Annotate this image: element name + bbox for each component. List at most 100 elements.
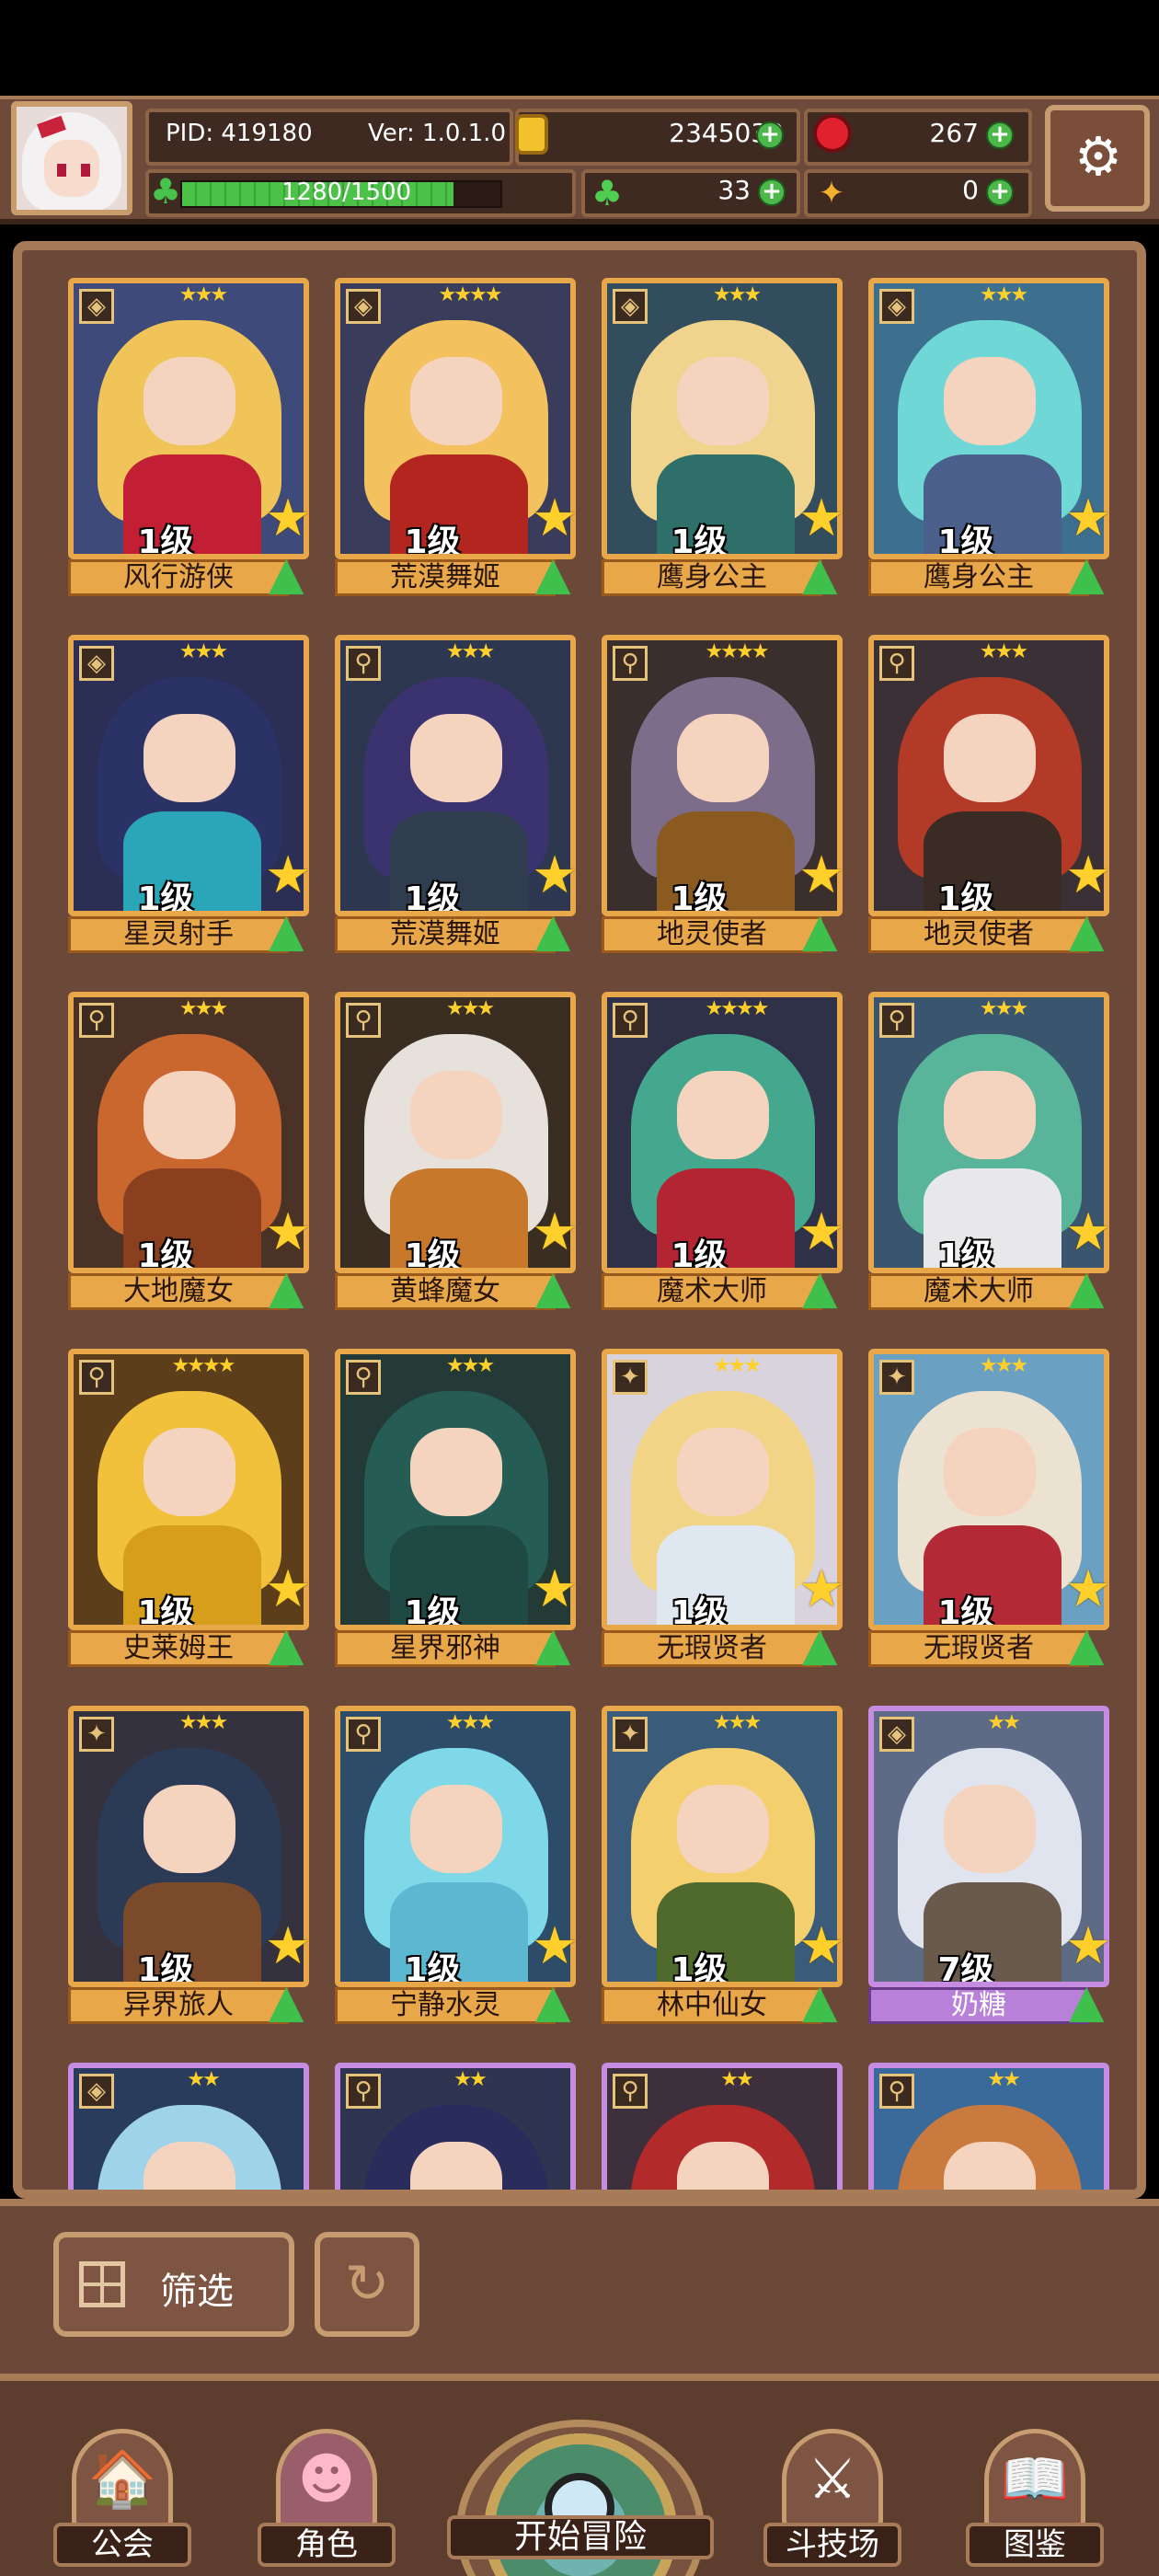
star-upgrade-icon[interactable]: ★: [265, 850, 316, 902]
upgrade-tree-icon[interactable]: ▲: [535, 1264, 581, 1310]
upgrade-tree-icon[interactable]: ▲: [535, 907, 581, 953]
star-upgrade-icon[interactable]: ★: [265, 493, 316, 545]
upgrade-tree-icon[interactable]: ▲: [535, 550, 581, 596]
character-card[interactable]: ◈ ★★★ 1级 鹰身公主 ★ ▲: [868, 278, 1117, 613]
character-card[interactable]: ⚲ ★★★ 1级 黄蜂魔女 ★ ▲: [335, 992, 583, 1327]
upgrade-tree-icon[interactable]: ▲: [269, 907, 315, 953]
settings-button[interactable]: ⚙: [1045, 105, 1150, 212]
character-card[interactable]: ⚲ ★★★★ 1级 魔术大师 ★ ▲: [602, 992, 850, 1327]
star-upgrade-icon[interactable]: ★: [1065, 850, 1117, 902]
character-card[interactable]: ✦ ★★★ 1级 无瑕贤者 ★ ▲: [602, 1349, 850, 1684]
character-card[interactable]: ⚲ ★★: [868, 2063, 1117, 2190]
star-upgrade-icon[interactable]: ★: [532, 850, 583, 902]
upgrade-tree-icon[interactable]: ▲: [1069, 907, 1115, 953]
character-name: 大地魔女: [68, 1273, 289, 1310]
player-avatar[interactable]: [11, 101, 132, 215]
character-name: 无瑕贤者: [868, 1630, 1089, 1667]
character-name: 奶糖: [868, 1987, 1089, 2024]
star-upgrade-icon[interactable]: ★: [798, 1564, 850, 1616]
star-upgrade-icon[interactable]: ★: [798, 1921, 850, 1972]
character-card[interactable]: ⚲ ★★★ 1级 星界邪神 ★ ▲: [335, 1349, 583, 1684]
character-card[interactable]: ⚲ ★★★ 1级 地灵使者 ★ ▲: [868, 635, 1117, 970]
add-gems-button[interactable]: +: [986, 121, 1014, 149]
star-upgrade-icon[interactable]: ★: [798, 493, 850, 545]
character-card[interactable]: ⚲ ★★★ 1级 荒漠舞姬 ★ ▲: [335, 635, 583, 970]
ticket-amount: 0: [962, 175, 979, 205]
class-badge-icon: ⚲: [346, 1717, 381, 1752]
rarity-stars: ★★★: [445, 1711, 495, 1734]
star-upgrade-icon[interactable]: ★: [265, 1564, 316, 1616]
character-level: 1级: [937, 1594, 994, 1630]
gem-amount: 267: [929, 118, 979, 148]
upgrade-tree-icon[interactable]: ▲: [1069, 1264, 1115, 1310]
upgrade-tree-icon[interactable]: ▲: [535, 1621, 581, 1667]
player-id: PID: 419180: [166, 120, 313, 147]
star-upgrade-icon[interactable]: ★: [798, 850, 850, 902]
upgrade-tree-icon[interactable]: ▲: [535, 1978, 581, 2024]
character-card[interactable]: ⚲ ★★: [335, 2063, 583, 2190]
character-name: 异界旅人: [68, 1987, 289, 2024]
star-upgrade-icon[interactable]: ★: [1065, 1921, 1117, 1972]
character-level: 1级: [404, 1237, 461, 1273]
character-card[interactable]: ◈ ★★★ 1级 风行游侠 ★ ▲: [68, 278, 316, 613]
upgrade-tree-icon[interactable]: ▲: [802, 550, 848, 596]
refresh-button[interactable]: ↻: [315, 2232, 419, 2337]
upgrade-tree-icon[interactable]: ▲: [269, 1621, 315, 1667]
character-card[interactable]: ⚲ ★★: [602, 2063, 850, 2190]
upgrade-tree-icon[interactable]: ▲: [802, 907, 848, 953]
character-card[interactable]: ◈ ★★ 7级 奶糖 ★ ▲: [868, 1706, 1117, 2041]
star-upgrade-icon[interactable]: ★: [1065, 493, 1117, 545]
upgrade-tree-icon[interactable]: ▲: [1069, 1978, 1115, 2024]
upgrade-tree-icon[interactable]: ▲: [269, 550, 315, 596]
character-face: [143, 357, 235, 445]
nav-start-adventure[interactable]: 开始冒险: [438, 2420, 723, 2576]
star-upgrade-icon[interactable]: ★: [798, 1207, 850, 1259]
character-portrait: ⚲ ★★: [602, 2063, 843, 2190]
rarity-stars: ★★: [187, 2068, 220, 2091]
star-upgrade-icon[interactable]: ★: [1065, 1564, 1117, 1616]
nav-characters[interactable]: ☻ 角色: [258, 2420, 396, 2567]
crossed-swords-icon: ⚔: [782, 2429, 883, 2530]
upgrade-tree-icon[interactable]: ▲: [1069, 550, 1115, 596]
star-upgrade-icon[interactable]: ★: [532, 493, 583, 545]
character-name: 星灵射手: [68, 916, 289, 953]
character-card[interactable]: ⚲ ★★★★ 1级 史莱姆王 ★ ▲: [68, 1349, 316, 1684]
character-card[interactable]: ⚲ ★★★ 1级 大地魔女 ★ ▲: [68, 992, 316, 1327]
star-upgrade-icon[interactable]: ★: [265, 1921, 316, 1972]
star-upgrade-icon[interactable]: ★: [265, 1207, 316, 1259]
character-card[interactable]: ✦ ★★★ 1级 无瑕贤者 ★ ▲: [868, 1349, 1117, 1684]
character-card[interactable]: ◈ ★★: [68, 2063, 316, 2190]
character-card[interactable]: ◈ ★★★ 1级 鹰身公主 ★ ▲: [602, 278, 850, 613]
star-upgrade-icon[interactable]: ★: [1065, 1207, 1117, 1259]
character-card[interactable]: ⚲ ★★★ 1级 魔术大师 ★ ▲: [868, 992, 1117, 1327]
character-grid-panel[interactable]: ◈ ★★★ 1级 风行游侠 ★ ▲ ◈ ★★★★ 1级 荒漠舞姬 ★ ▲ ◈ ★★★ 1级 鹰身公主 ★ ▲ ◈ ★★…: [13, 241, 1146, 2199]
character-portrait: ⚲ ★★: [868, 2063, 1109, 2190]
character-card[interactable]: ◈ ★★★★ 1级 荒漠舞姬 ★ ▲: [335, 278, 583, 613]
add-ticket-button[interactable]: +: [986, 178, 1014, 206]
star-upgrade-icon[interactable]: ★: [532, 1564, 583, 1616]
character-face: [410, 1071, 502, 1159]
upgrade-tree-icon[interactable]: ▲: [802, 1978, 848, 2024]
nav-guild[interactable]: 🏠 公会: [53, 2420, 191, 2567]
character-name: 史莱姆王: [68, 1630, 289, 1667]
upgrade-tree-icon[interactable]: ▲: [802, 1264, 848, 1310]
star-upgrade-icon[interactable]: ★: [532, 1921, 583, 1972]
gear-icon: ⚙: [1074, 125, 1122, 188]
upgrade-tree-icon[interactable]: ▲: [1069, 1621, 1115, 1667]
character-card[interactable]: ⚲ ★★★ 1级 宁静水灵 ★ ▲: [335, 1706, 583, 2041]
character-card[interactable]: ✦ ★★★ 1级 林中仙女 ★ ▲: [602, 1706, 850, 2041]
filter-button[interactable]: 筛选: [53, 2232, 294, 2337]
nav-arena[interactable]: ⚔ 斗技场: [763, 2420, 901, 2567]
character-card[interactable]: ✦ ★★★ 1级 异界旅人 ★ ▲: [68, 1706, 316, 2041]
character-level: 1级: [137, 880, 194, 916]
character-card[interactable]: ◈ ★★★ 1级 星灵射手 ★ ▲: [68, 635, 316, 970]
upgrade-tree-icon[interactable]: ▲: [269, 1264, 315, 1310]
add-gold-button[interactable]: +: [756, 121, 784, 149]
character-card[interactable]: ⚲ ★★★★ 1级 地灵使者 ★ ▲: [602, 635, 850, 970]
character-name: 星界邪神: [335, 1630, 556, 1667]
upgrade-tree-icon[interactable]: ▲: [802, 1621, 848, 1667]
star-upgrade-icon[interactable]: ★: [532, 1207, 583, 1259]
nav-codex[interactable]: 📖 图鉴: [966, 2420, 1104, 2567]
add-clover-button[interactable]: +: [758, 178, 786, 206]
upgrade-tree-icon[interactable]: ▲: [269, 1978, 315, 2024]
